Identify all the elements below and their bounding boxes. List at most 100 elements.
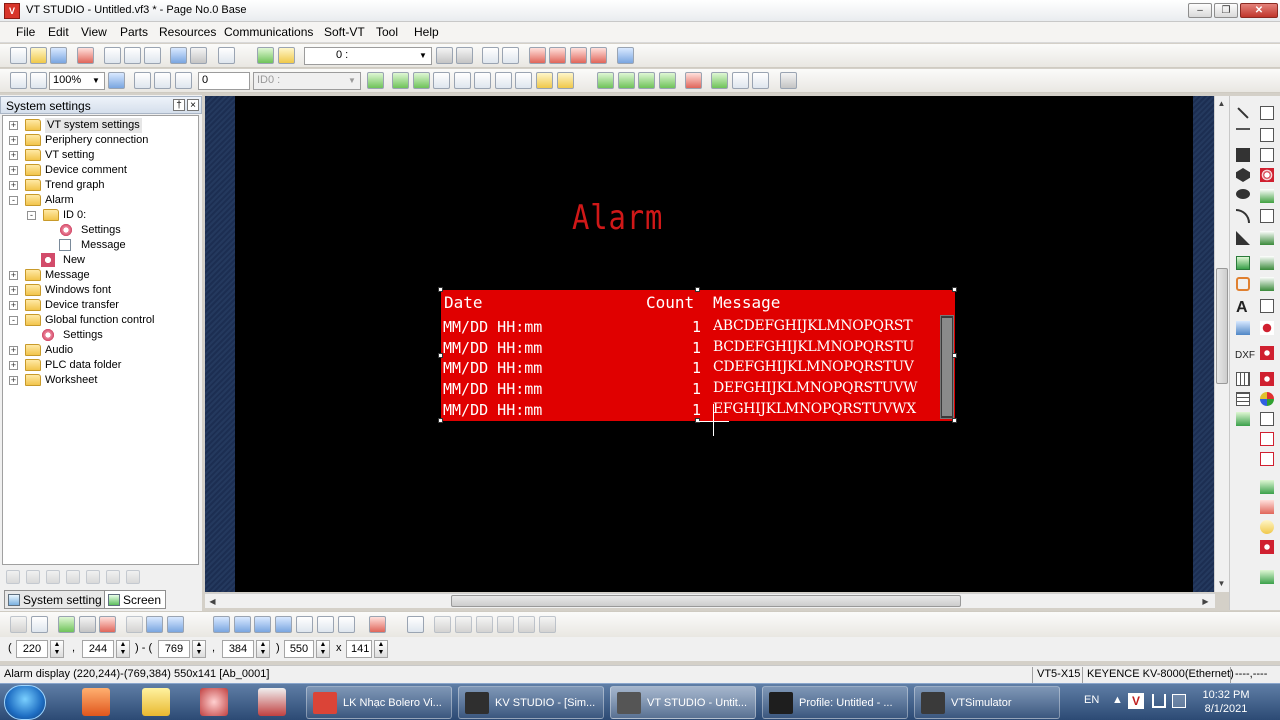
search-icon[interactable] [454, 72, 471, 89]
y2-input[interactable]: 384 [222, 640, 254, 658]
bar-meter-icon[interactable] [1236, 256, 1250, 270]
menu-file[interactable]: File [16, 25, 35, 39]
expand-icon[interactable]: + [9, 286, 18, 295]
transfer-icon[interactable] [77, 47, 94, 64]
switch-part-icon[interactable] [1260, 209, 1274, 223]
abc-icon[interactable] [474, 72, 491, 89]
network-icon[interactable] [1172, 694, 1186, 708]
open-folder-icon[interactable] [30, 47, 47, 64]
grid-table-icon[interactable] [1236, 372, 1250, 386]
text-tool-icon[interactable]: A [1236, 299, 1248, 317]
language-indicator[interactable]: EN [1084, 694, 1099, 706]
red-part-icon[interactable] [1260, 500, 1274, 514]
expand-icon[interactable]: + [9, 181, 18, 190]
lamp-part-icon[interactable] [1260, 189, 1274, 203]
zoom-in-icon[interactable] [10, 72, 27, 89]
image-icon[interactable] [367, 72, 384, 89]
selection-handle[interactable] [952, 418, 957, 423]
data-part-icon[interactable] [1260, 277, 1274, 291]
sector-tool-icon[interactable] [1236, 231, 1250, 245]
backward-icon[interactable] [275, 616, 292, 633]
alarm-title-text[interactable]: Alarm [572, 198, 663, 238]
import-icon[interactable] [597, 72, 614, 89]
taskbar-item[interactable]: VT STUDIO - Untit... [610, 686, 756, 719]
menu-resources[interactable]: Resources [159, 25, 216, 39]
expand-icon[interactable]: + [9, 136, 18, 145]
export-icon[interactable] [618, 72, 635, 89]
selection-handle[interactable] [438, 287, 443, 292]
rectangle-tool-icon[interactable] [1236, 148, 1250, 162]
pointer-icon[interactable] [31, 616, 48, 633]
taskbar-item[interactable]: VTSimulator [914, 686, 1060, 719]
flip-v-icon[interactable] [167, 616, 184, 633]
height-input[interactable]: 141 [346, 640, 372, 658]
selection-handle[interactable] [695, 287, 700, 292]
list-table-icon[interactable] [1236, 392, 1250, 406]
tab-screen[interactable]: Screen [104, 590, 167, 609]
find-parts-icon[interactable] [407, 616, 424, 633]
abc-display-icon[interactable] [1260, 128, 1274, 142]
horizontal-scrollbar[interactable]: ◀ ▶ [205, 593, 1215, 608]
menu-edit[interactable]: Edit [48, 25, 69, 39]
pin-icon[interactable]: † [173, 99, 185, 111]
gear-part-icon[interactable] [1260, 346, 1274, 360]
alarm-scroll-thumb[interactable] [942, 318, 952, 416]
scroll-left-icon[interactable]: ◀ [206, 595, 219, 608]
properties-icon[interactable] [106, 570, 120, 584]
tool-b-icon[interactable] [413, 72, 430, 89]
selection-handle[interactable] [438, 353, 443, 358]
vertical-scrollbar[interactable]: ▲ ▼ [1214, 96, 1229, 592]
all-icon[interactable] [154, 72, 171, 89]
expand-icon[interactable]: + [9, 121, 18, 130]
minimize-button[interactable]: – [1188, 3, 1212, 18]
new-file-icon[interactable] [10, 47, 27, 64]
align-icon[interactable] [134, 72, 151, 89]
print-icon[interactable] [218, 47, 235, 64]
tool-g-icon[interactable] [497, 616, 514, 633]
window-part-icon[interactable] [1236, 412, 1250, 426]
layer-3-icon[interactable] [570, 47, 587, 64]
width-input[interactable]: 550 [284, 640, 314, 658]
scroll-down-icon[interactable]: ▼ [1215, 577, 1228, 590]
tool-d-icon[interactable] [434, 616, 451, 633]
memo-part-icon[interactable] [1260, 412, 1274, 426]
x2-spinner[interactable]: ▲ ▼ [192, 640, 206, 658]
polyline-tool-icon[interactable] [1236, 128, 1250, 142]
menu-communications[interactable]: Communications [224, 25, 313, 39]
settings-icon[interactable] [752, 72, 769, 89]
record-part-icon[interactable] [1260, 321, 1274, 335]
menu-soft-vt[interactable]: Soft-VT [324, 25, 365, 39]
y1-spinner[interactable]: ▲ ▼ [116, 640, 130, 658]
operation-log-icon[interactable] [1260, 432, 1274, 446]
menu-tool[interactable]: Tool [376, 25, 398, 39]
paste-icon[interactable] [144, 47, 161, 64]
close-button[interactable]: ✕ [1240, 3, 1278, 18]
message-display-icon[interactable] [1260, 148, 1274, 162]
align-left-icon[interactable] [296, 616, 313, 633]
tray-expand-icon[interactable]: ▲ [1112, 694, 1123, 706]
lock-icon[interactable] [557, 72, 574, 89]
expand-part-icon[interactable] [1260, 570, 1274, 584]
tab-system-setting[interactable]: System setting [4, 590, 107, 609]
expand-icon[interactable]: + [9, 166, 18, 175]
selection-handle[interactable] [438, 418, 443, 423]
expand-icon[interactable]: + [9, 301, 18, 310]
ungroup-icon[interactable] [79, 616, 96, 633]
frame-tool-icon[interactable] [1236, 277, 1250, 291]
arrow-up-icon[interactable] [456, 47, 473, 64]
menu-view[interactable]: View [81, 25, 107, 39]
alarm-scrollbar[interactable] [940, 315, 954, 419]
send-back-icon[interactable] [234, 616, 251, 633]
y1-input[interactable]: 244 [82, 640, 114, 658]
selection-handle[interactable] [952, 353, 957, 358]
action-center-icon[interactable] [1152, 694, 1166, 708]
green-part-icon[interactable] [1260, 480, 1274, 494]
delete-icon[interactable] [86, 570, 100, 584]
lamp-icon[interactable] [536, 72, 553, 89]
width-spinner[interactable]: ▲ ▼ [316, 640, 330, 658]
bring-front-icon[interactable] [213, 616, 230, 633]
edit-page-icon[interactable] [257, 47, 274, 64]
options-icon[interactable] [780, 72, 797, 89]
scroll-right-icon[interactable]: ▶ [1199, 595, 1212, 608]
alarm-display-part[interactable]: Date Count Message MM/DD HH:mm 1 ABCDEFG… [441, 290, 955, 421]
